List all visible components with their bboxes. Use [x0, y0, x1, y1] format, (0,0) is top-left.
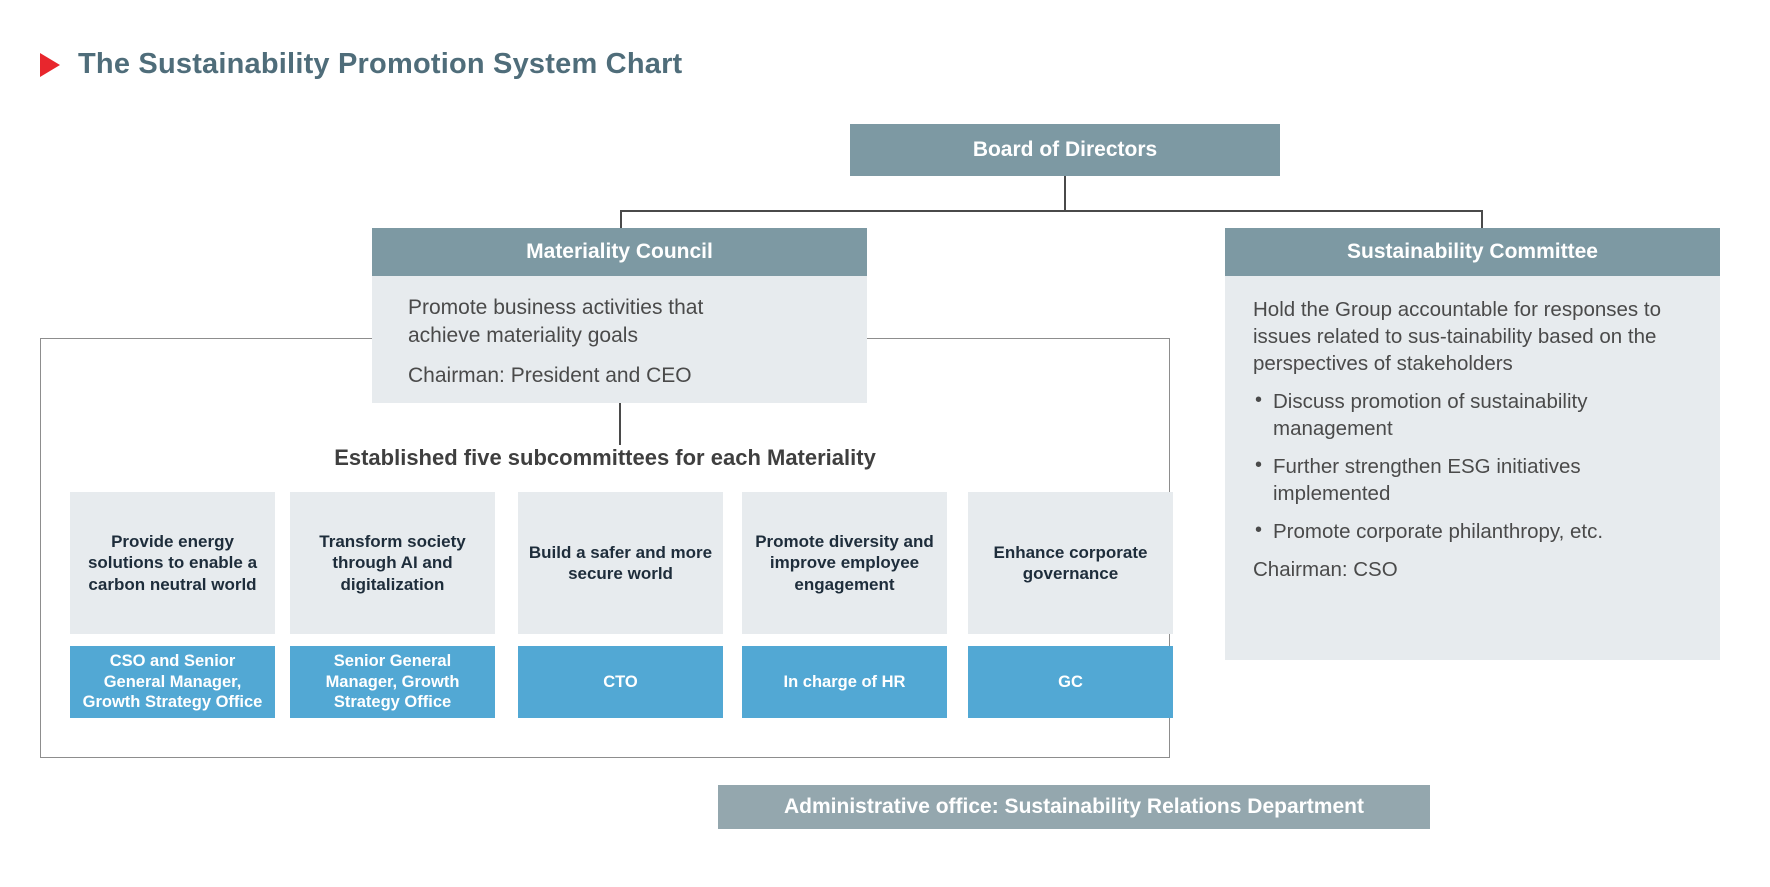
subcommittee-topic: Build a safer and more secure world	[518, 492, 723, 634]
list-item: Promote corporate philanthropy, etc.	[1253, 517, 1698, 545]
node-sustainability-committee-header: Sustainability Committee	[1225, 228, 1720, 276]
node-materiality-council-header: Materiality Council	[372, 228, 867, 276]
node-sustainability-committee-body: Hold the Group accountable for responses…	[1225, 276, 1720, 660]
list-item: Further strengthen ESG initiatives imple…	[1253, 452, 1698, 507]
node-materiality-council-body: Promote business activities that achieve…	[372, 276, 867, 403]
materiality-line-1: Promote business activities that	[408, 296, 704, 319]
subcommittee-topic: Transform society through AI and digital…	[290, 492, 495, 634]
materiality-chairman: Chairman: President and CEO	[408, 363, 692, 387]
connector-board-vertical	[1064, 176, 1066, 212]
connector-sustainability-vertical	[1481, 210, 1483, 230]
connector-materiality-vertical	[620, 210, 622, 230]
subcommittee-column: Promote diversity and improve employee e…	[742, 492, 947, 718]
subcommittee-topic: Promote diversity and improve employee e…	[742, 492, 947, 634]
page-title-text: The Sustainability Promotion System Char…	[78, 48, 683, 80]
node-administrative-office: Administrative office: Sustainability Re…	[718, 785, 1430, 829]
triangle-right-icon	[40, 52, 60, 77]
subcommittee-column: Build a safer and more secure world CTO	[518, 492, 723, 718]
subcommittee-role: CTO	[518, 646, 723, 718]
subcommittee-role: CSO and Senior General Manager, Growth S…	[70, 646, 275, 718]
subcommittee-topic: Provide energy solutions to enable a car…	[70, 492, 275, 634]
connector-horizontal	[620, 210, 1483, 212]
diagram-canvas: The Sustainability Promotion System Char…	[0, 0, 1770, 887]
subcommittee-role: In charge of HR	[742, 646, 947, 718]
sustainability-chairman: Chairman: CSO	[1253, 558, 1398, 582]
list-item: Discuss promotion of sustainability mana…	[1253, 387, 1698, 442]
subcommittee-role: Senior General Manager, Growth Strategy …	[290, 646, 495, 718]
node-board-of-directors: Board of Directors	[850, 124, 1280, 176]
materiality-line-2: achieve materiality goals	[408, 323, 638, 347]
subcommittee-role: GC	[968, 646, 1173, 718]
subcommittee-caption: Established five subcommittees for each …	[334, 445, 876, 470]
page-title: The Sustainability Promotion System Char…	[40, 48, 682, 81]
sustainability-bullet-list: Discuss promotion of sustainability mana…	[1253, 387, 1698, 545]
sustainability-paragraph: Hold the Group accountable for responses…	[1253, 298, 1661, 376]
subcommittee-column: Transform society through AI and digital…	[290, 492, 495, 718]
subcommittee-topic: Enhance corporate governance	[968, 492, 1173, 634]
subcommittee-column: Provide energy solutions to enable a car…	[70, 492, 275, 718]
subcommittee-column: Enhance corporate governance GC	[968, 492, 1173, 718]
